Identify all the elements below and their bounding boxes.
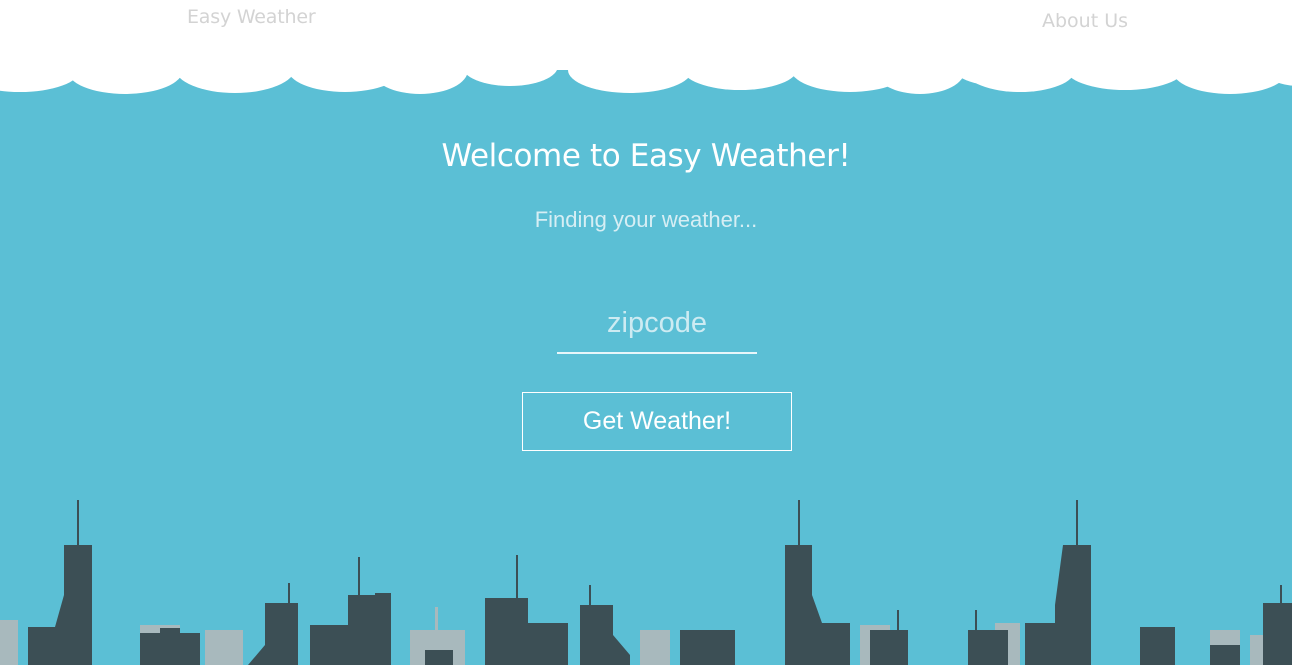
brand-logo-link[interactable]: Easy Weather [187,6,316,28]
nav-about-link[interactable]: About Us [1042,10,1128,32]
city-skyline-graphic [0,500,1292,665]
page-title: Welcome to Easy Weather! [441,138,851,174]
zipcode-field-wrapper [557,298,757,354]
zipcode-input[interactable] [557,298,757,348]
status-text: Finding your weather... [534,207,758,232]
get-weather-button[interactable]: Get Weather! [522,392,792,451]
page: Easy Weather About Us Welcome to Easy We… [0,0,1292,665]
